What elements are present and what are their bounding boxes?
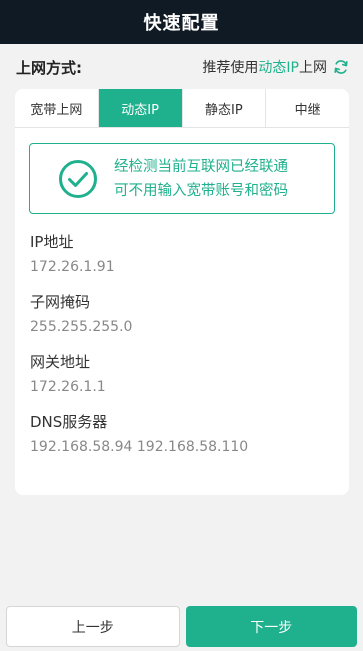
- field-label: IP地址: [30, 233, 74, 251]
- field-value: 172.26.1.91: [30, 259, 115, 275]
- refresh-icon[interactable]: [333, 59, 349, 75]
- recommend-suffix: 上网: [299, 60, 327, 76]
- field-label: 网关地址: [30, 353, 91, 371]
- field-value: 255.255.255.0: [30, 319, 133, 335]
- title-bar: 快速配置: [0, 0, 363, 44]
- check-circle-icon: [59, 159, 97, 198]
- connection-mode-label: 上网方式:: [16, 58, 82, 77]
- recommendation-text: 推荐使用 动态IP 上网: [202, 57, 349, 77]
- footer-actions: 上一步 下一步: [0, 596, 363, 651]
- field-label: 子网掩码: [30, 293, 91, 311]
- notice-line-2: 可不用输入宽带账号和密码: [114, 182, 288, 199]
- connection-notice: 经检测当前互联网已经联通 可不用输入宽带账号和密码: [29, 143, 335, 214]
- subnet-mask-field: 子网掩码 255.255.255.0: [30, 291, 349, 338]
- tab-static-ip[interactable]: 静态IP: [183, 89, 267, 127]
- connection-mode-row: 上网方式: 推荐使用 动态IP 上网: [0, 44, 363, 90]
- field-value: 192.168.58.94 192.168.58.110: [30, 439, 249, 455]
- dns-server-field: DNS服务器 192.168.58.94 192.168.58.110: [30, 411, 349, 458]
- notice-text: 经检测当前互联网已经联通 可不用输入宽带账号和密码: [114, 155, 288, 203]
- recommend-mode: 动态IP: [258, 60, 299, 76]
- tab-dynamic-ip[interactable]: 动态IP: [98, 89, 183, 127]
- ip-address-field: IP地址 172.26.1.91: [30, 231, 349, 278]
- notice-line-1: 经检测当前互联网已经联通: [114, 158, 288, 175]
- gateway-field: 网关地址 172.26.1.1: [30, 351, 349, 398]
- previous-step-button[interactable]: 上一步: [6, 606, 180, 647]
- config-card: 宽带上网 动态IP 静态IP 中继 经检测当前互联网已经联通 可不用输入宽带账号…: [15, 89, 349, 495]
- network-info: IP地址 172.26.1.91 子网掩码 255.255.255.0 网关地址…: [15, 214, 349, 458]
- tab-relay[interactable]: 中继: [266, 89, 349, 127]
- page-title: 快速配置: [143, 13, 220, 34]
- mode-tabs: 宽带上网 动态IP 静态IP 中继: [15, 89, 349, 128]
- field-label: DNS服务器: [30, 413, 108, 431]
- field-value: 172.26.1.1: [30, 379, 106, 395]
- next-step-button[interactable]: 下一步: [185, 606, 357, 647]
- tab-broadband[interactable]: 宽带上网: [15, 89, 99, 127]
- recommend-prefix: 推荐使用: [202, 60, 259, 76]
